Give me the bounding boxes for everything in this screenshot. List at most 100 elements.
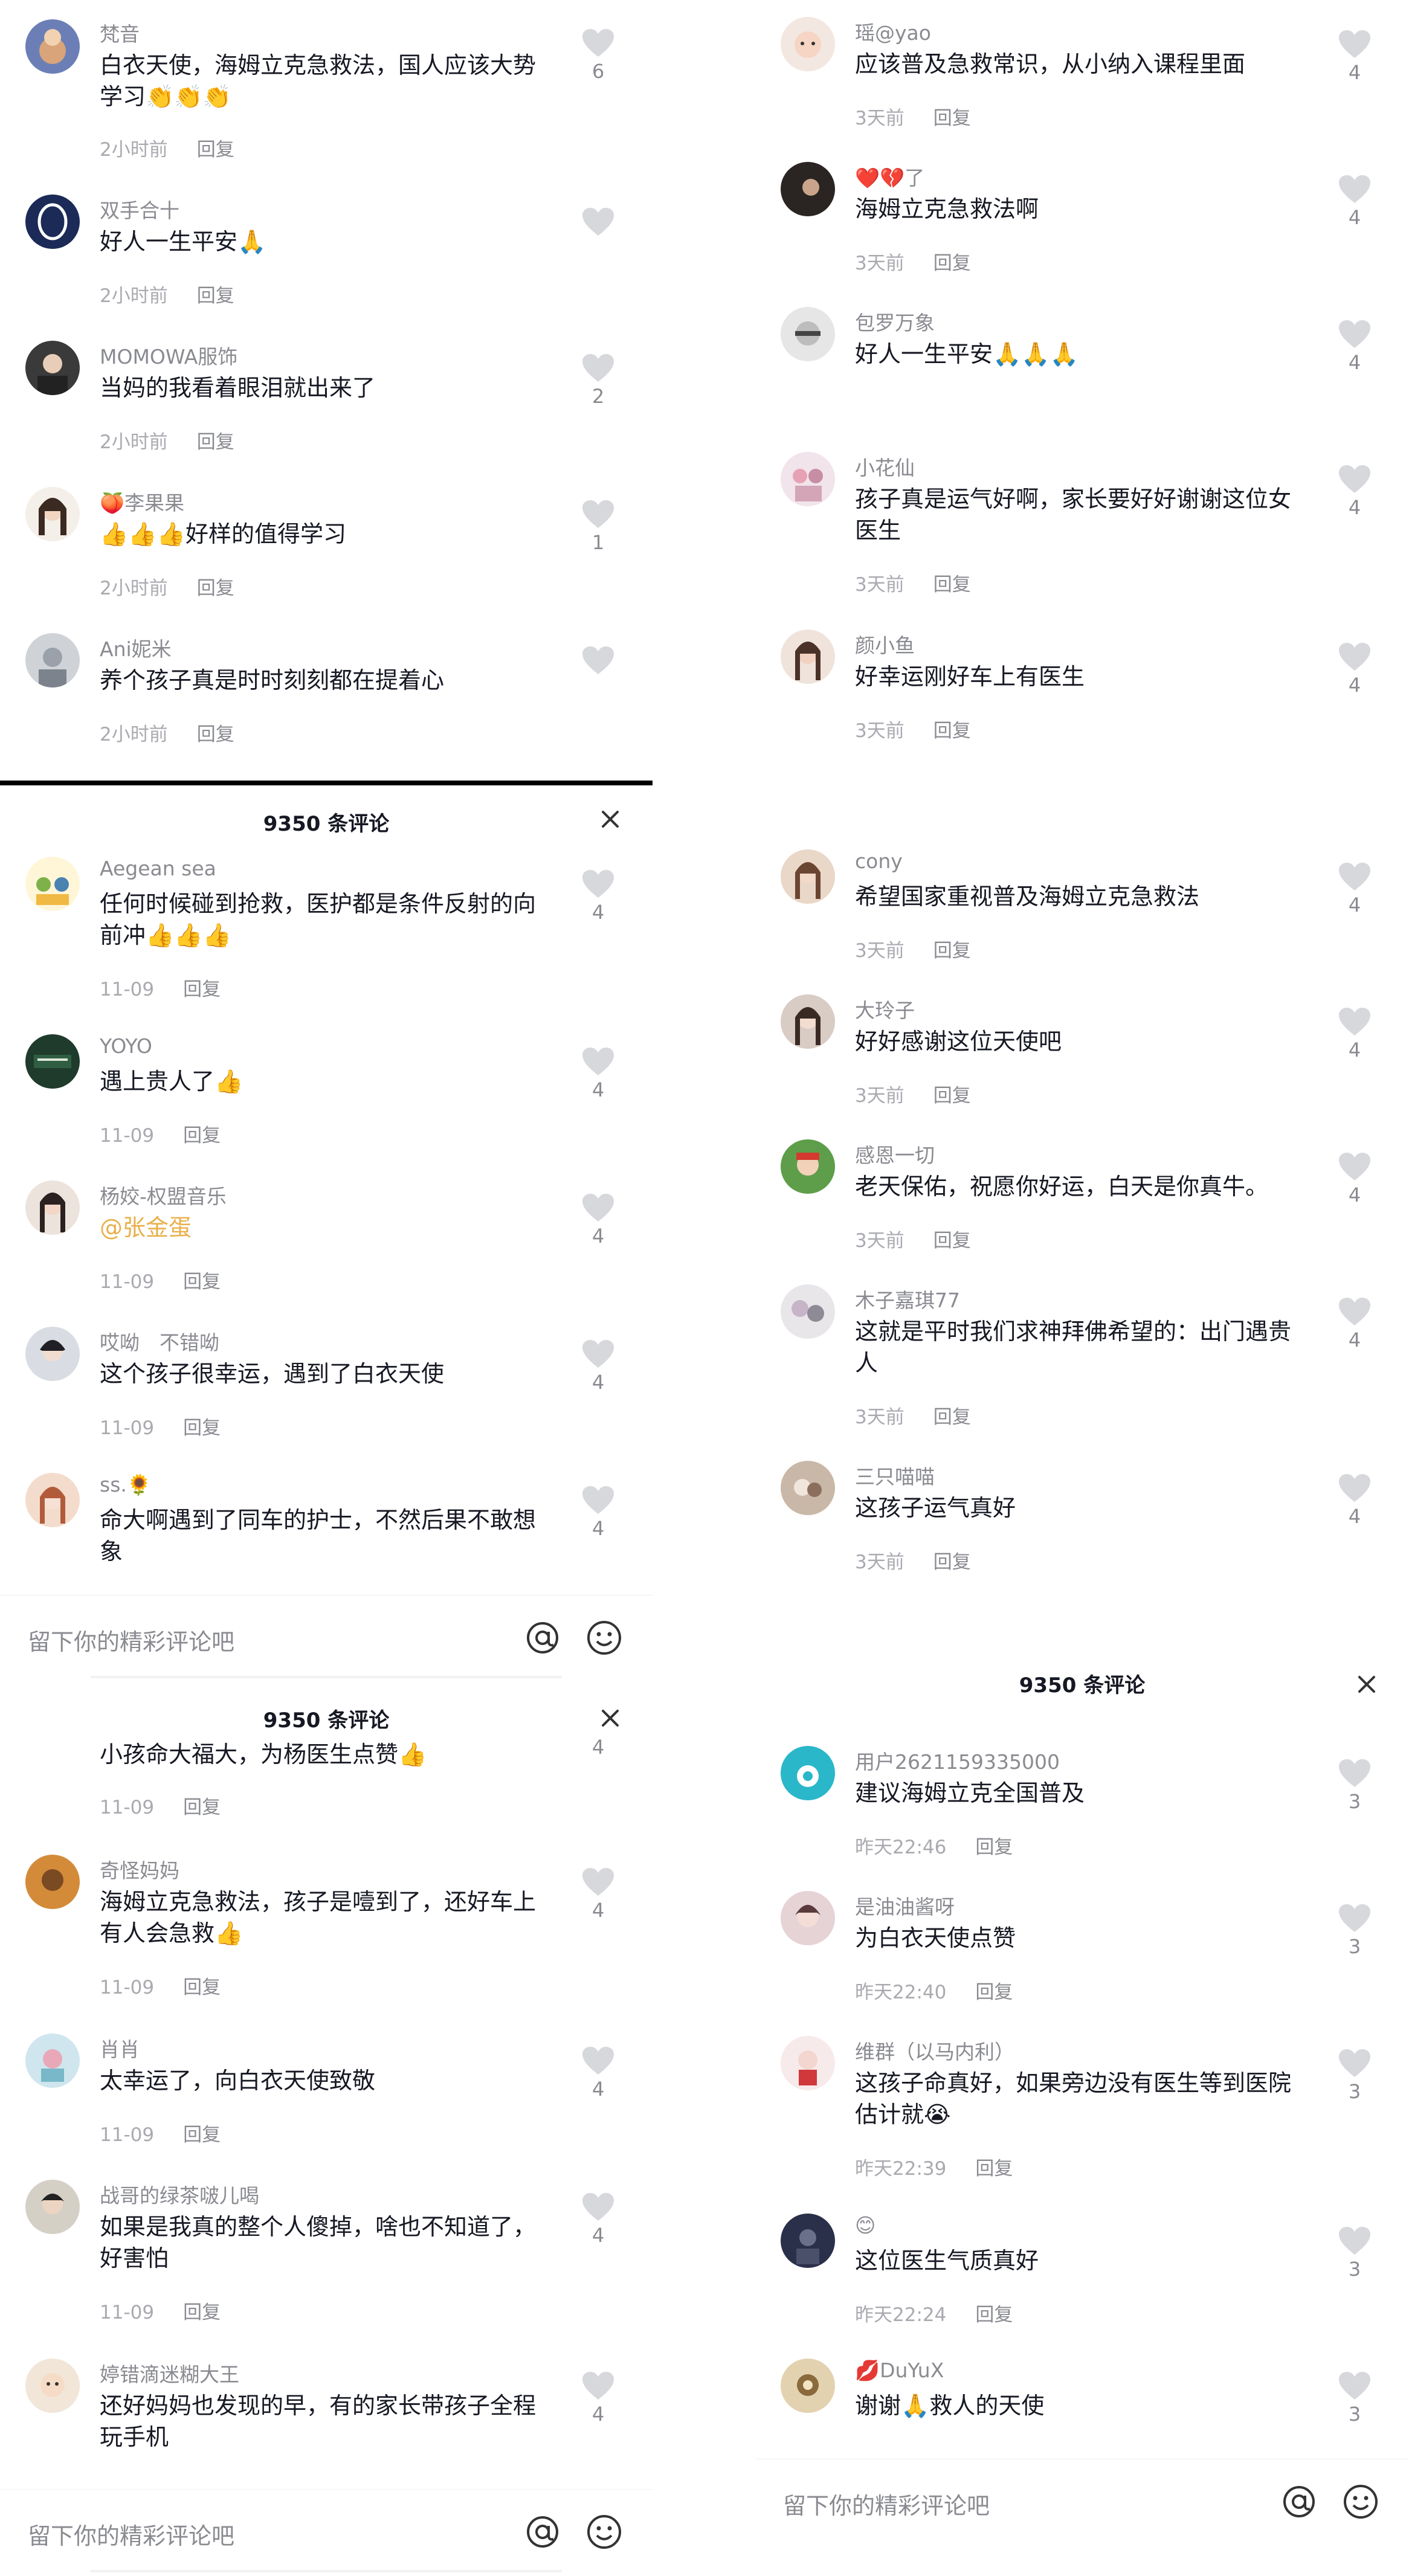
username[interactable]: 三只喵喵 <box>855 1461 935 1490</box>
like-button[interactable]: 4 <box>580 2371 616 2427</box>
like-button[interactable]: 2 <box>580 353 616 410</box>
comment-input[interactable]: 留下你的精彩评论吧 <box>28 2517 234 2551</box>
avatar[interactable] <box>781 2214 835 2268</box>
reply-button[interactable]: 回复 <box>197 578 234 599</box>
at-mention-icon[interactable] <box>1280 2482 1318 2521</box>
username[interactable]: 哎呦 不错呦 <box>100 1327 219 1356</box>
username[interactable]: 婷错滴迷糊大王 <box>100 2359 239 2388</box>
like-button[interactable]: 1 <box>580 499 616 556</box>
avatar[interactable] <box>25 2359 80 2413</box>
username[interactable]: 木子嘉琪77 <box>855 1284 960 1313</box>
reply-button[interactable]: 回复 <box>197 285 234 307</box>
reply-button[interactable]: 回复 <box>197 431 234 453</box>
like-button[interactable]: 4 <box>1336 174 1373 231</box>
like-button[interactable]: 4 <box>580 1046 616 1103</box>
reply-button[interactable]: 回复 <box>933 108 971 129</box>
like-button[interactable]: 4 <box>1336 29 1373 86</box>
reply-button[interactable]: 回复 <box>975 2158 1013 2180</box>
avatar[interactable] <box>25 487 80 541</box>
username[interactable]: 肖肖 <box>100 2033 140 2062</box>
like-button[interactable]: 4 <box>580 1734 616 1760</box>
like-button[interactable]: 4 <box>580 1193 616 1249</box>
reply-button[interactable]: 回复 <box>975 2304 1013 2326</box>
reply-button[interactable]: 回复 <box>197 724 234 745</box>
avatar[interactable] <box>781 2359 835 2413</box>
avatar[interactable] <box>781 452 835 506</box>
username[interactable]: 瑶@yao <box>855 17 931 46</box>
username[interactable]: 维群（以马内利） <box>855 2036 1014 2065</box>
reply-button[interactable]: 回复 <box>933 1406 971 1428</box>
reply-button[interactable]: 回复 <box>933 1230 971 1252</box>
emoji-icon[interactable] <box>1341 2482 1380 2521</box>
reply-button[interactable]: 回复 <box>933 1085 971 1107</box>
like-button[interactable] <box>580 645 616 675</box>
emoji-icon[interactable] <box>585 1618 624 1657</box>
reply-button[interactable]: 回复 <box>975 1837 1013 1858</box>
reply-button[interactable]: 回复 <box>197 139 234 161</box>
avatar[interactable] <box>781 1139 835 1194</box>
username[interactable]: 双手合十 <box>100 195 179 224</box>
reply-button[interactable]: 回复 <box>933 253 971 274</box>
like-button[interactable]: 4 <box>1336 319 1373 376</box>
like-button[interactable]: 3 <box>1336 2048 1373 2105</box>
username[interactable]: 梵音 <box>100 18 140 47</box>
username[interactable]: 小花仙 <box>855 452 915 481</box>
username[interactable]: cony <box>855 849 903 873</box>
avatar[interactable] <box>25 19 80 74</box>
reply-button[interactable]: 回复 <box>183 1417 221 1439</box>
avatar[interactable] <box>781 307 835 361</box>
reply-button[interactable]: 回复 <box>183 1977 221 1998</box>
like-button[interactable]: 4 <box>1336 1006 1373 1063</box>
like-button[interactable]: 3 <box>1336 1758 1373 1815</box>
avatar[interactable] <box>781 1746 835 1800</box>
avatar[interactable] <box>25 2180 80 2234</box>
username[interactable]: 奇怪妈妈 <box>100 1855 179 1884</box>
avatar[interactable] <box>25 1180 80 1235</box>
username[interactable]: 感恩一切 <box>855 1139 935 1168</box>
comment-input[interactable]: 留下你的精彩评论吧 <box>783 2487 990 2520</box>
avatar[interactable] <box>781 849 835 904</box>
username[interactable]: 💋DuYuX <box>855 2359 944 2383</box>
username[interactable]: ❤️💔了 <box>855 162 924 191</box>
reply-button[interactable]: 回复 <box>933 574 971 596</box>
avatar[interactable] <box>25 341 80 395</box>
like-button[interactable]: 4 <box>580 1339 616 1396</box>
avatar[interactable] <box>25 1327 80 1381</box>
username[interactable]: MOMOWA服饰 <box>100 341 237 370</box>
avatar[interactable] <box>25 195 80 249</box>
username[interactable]: 😊 <box>855 2214 875 2237</box>
like-button[interactable]: 4 <box>1336 1151 1373 1208</box>
avatar[interactable] <box>25 2033 80 2088</box>
like-button[interactable]: 4 <box>1336 1296 1373 1353</box>
avatar[interactable] <box>781 17 835 71</box>
close-icon[interactable] <box>598 807 622 831</box>
avatar[interactable] <box>25 1855 80 1909</box>
username[interactable]: YOYO <box>100 1034 152 1058</box>
like-button[interactable]: 4 <box>1336 861 1373 918</box>
username[interactable]: 杨姣-权盟音乐 <box>100 1180 227 1209</box>
username[interactable]: 颜小鱼 <box>855 630 915 658</box>
avatar[interactable] <box>781 994 835 1049</box>
reply-button[interactable]: 回复 <box>933 720 971 742</box>
username[interactable]: 🍑李果果 <box>100 487 184 516</box>
username[interactable]: Aegean sea <box>100 857 216 880</box>
close-icon[interactable] <box>598 1706 622 1730</box>
at-mention-icon[interactable] <box>523 1618 562 1657</box>
like-button[interactable]: 3 <box>1336 2371 1373 2427</box>
like-button[interactable]: 3 <box>1336 1903 1373 1960</box>
avatar[interactable] <box>781 630 835 684</box>
like-button[interactable]: 6 <box>580 28 616 85</box>
avatar[interactable] <box>781 2036 835 2090</box>
reply-button[interactable]: 回复 <box>183 979 221 1000</box>
reply-button[interactable]: 回复 <box>183 1125 221 1147</box>
like-button[interactable] <box>580 207 616 237</box>
at-mention-icon[interactable] <box>523 2513 562 2551</box>
like-button[interactable]: 4 <box>580 1485 616 1542</box>
avatar[interactable] <box>781 1891 835 1945</box>
close-icon[interactable] <box>1355 1672 1379 1696</box>
reply-button[interactable]: 回复 <box>933 1551 971 1573</box>
username[interactable]: Ani妮米 <box>100 633 172 662</box>
reply-button[interactable]: 回复 <box>183 1271 221 1293</box>
like-button[interactable]: 4 <box>580 2046 616 2102</box>
like-button[interactable]: 4 <box>580 2192 616 2249</box>
